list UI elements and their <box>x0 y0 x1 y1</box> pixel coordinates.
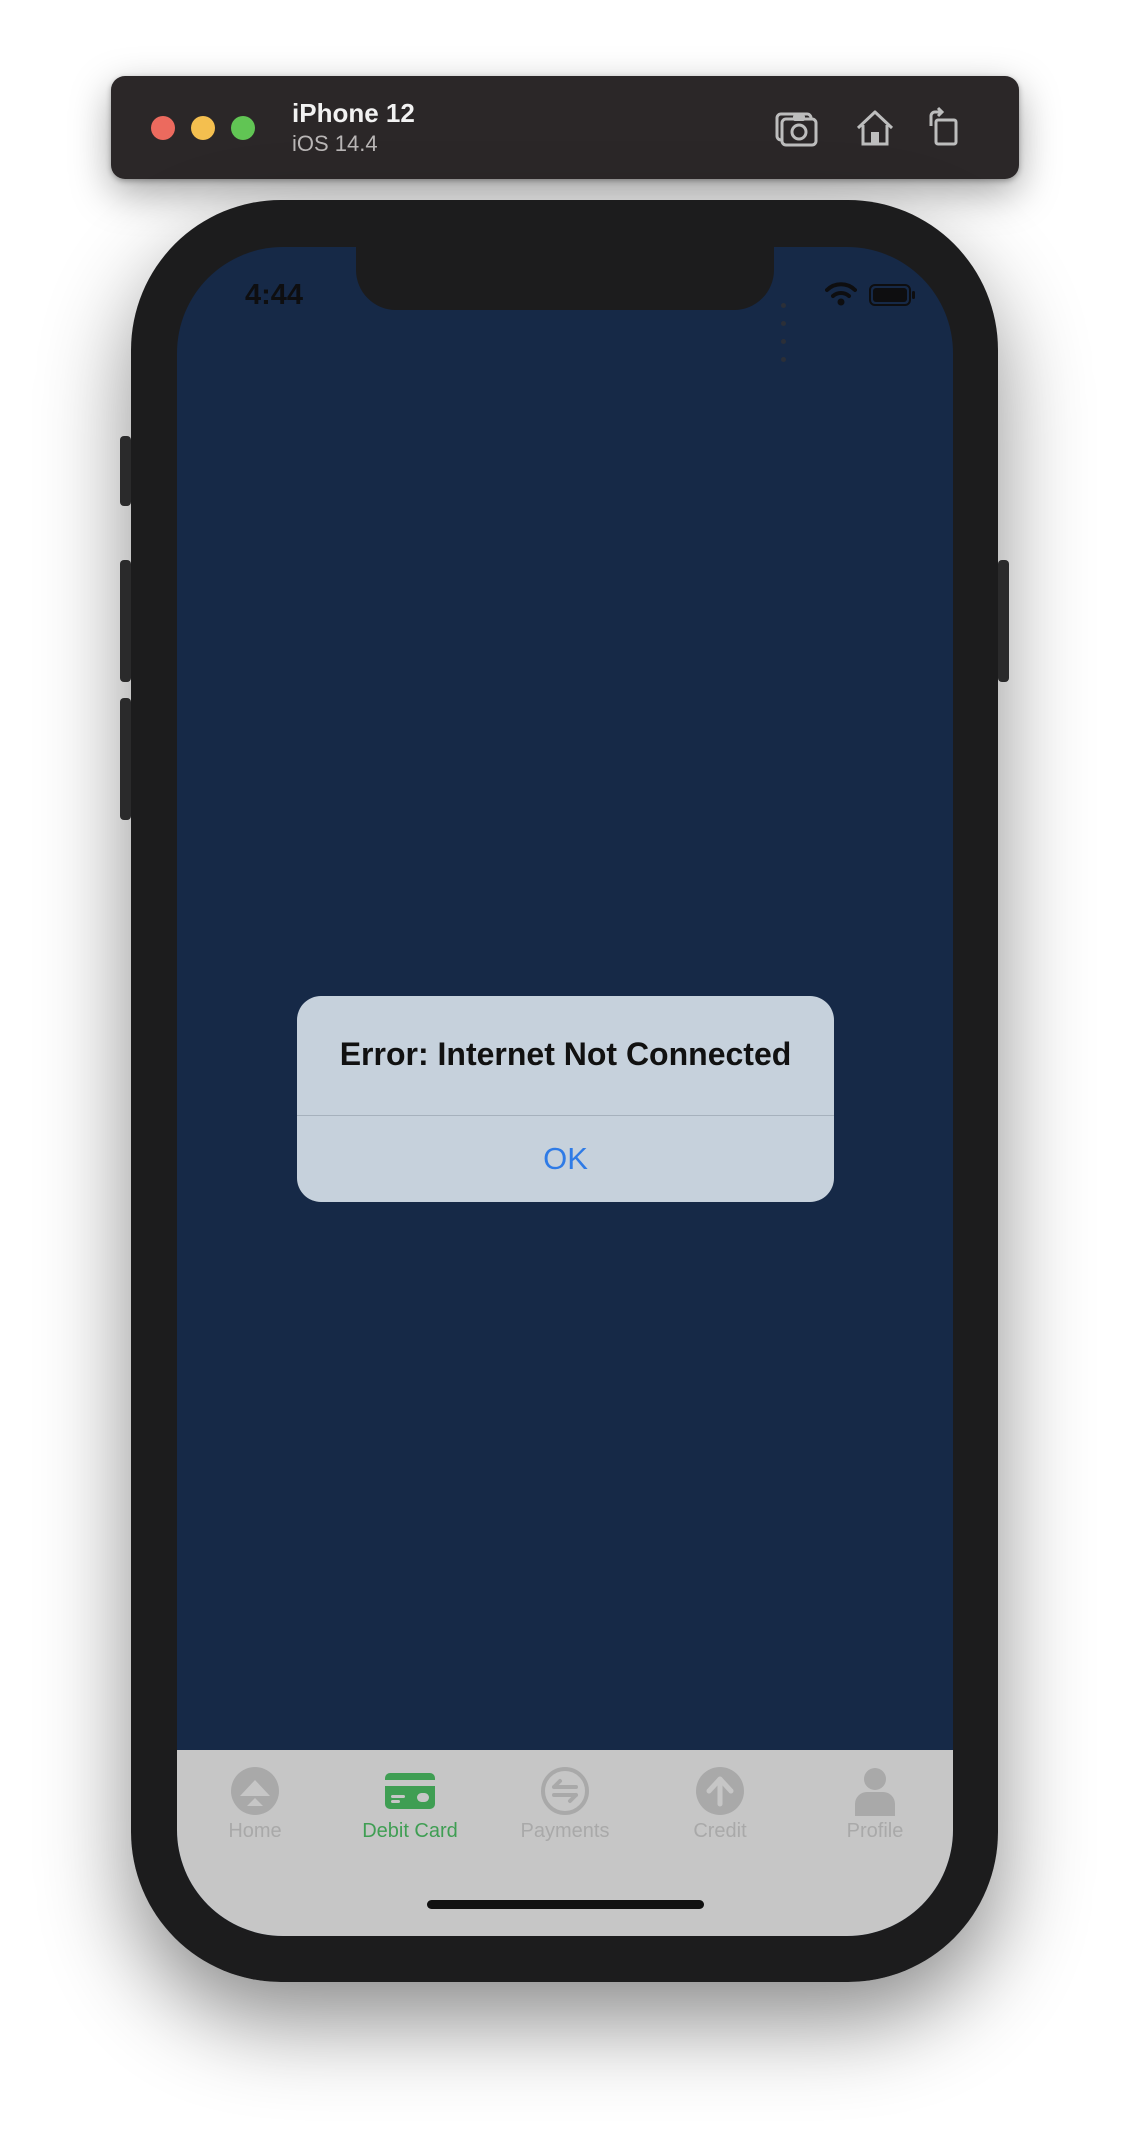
tab-bar: Home Debit Card Payments Credit Profile <box>177 1750 953 1936</box>
arrow-up-circle-icon <box>696 1767 744 1815</box>
zoom-window-button[interactable] <box>231 116 255 140</box>
silent-switch[interactable] <box>120 436 131 506</box>
app-screen: 4:44 Error: Internet Not Connected OK Ho… <box>177 247 953 1936</box>
credit-card-icon <box>385 1773 435 1809</box>
home-icon <box>231 1767 279 1815</box>
tab-debit-card[interactable]: Debit Card <box>340 1766 480 1843</box>
person-icon <box>855 1768 895 1816</box>
simulator-titlebar: iPhone 12 iOS 14.4 <box>111 76 1019 179</box>
tab-label-payments: Payments <box>520 1820 610 1842</box>
tab-label-profile: Profile <box>846 1820 904 1842</box>
alert-ok-button[interactable]: OK <box>297 1116 834 1202</box>
minimize-window-button[interactable] <box>191 116 215 140</box>
rotate-icon[interactable] <box>923 106 969 150</box>
os-version: iOS 14.4 <box>292 131 378 156</box>
tab-credit[interactable]: Credit <box>650 1766 790 1843</box>
volume-up-button[interactable] <box>120 560 131 682</box>
error-alert: Error: Internet Not Connected OK <box>297 996 834 1202</box>
close-window-button[interactable] <box>151 116 175 140</box>
tab-profile[interactable]: Profile <box>805 1766 945 1843</box>
tab-label-debit-card: Debit Card <box>362 1820 458 1842</box>
alert-overlay: Error: Internet Not Connected OK <box>177 247 953 1936</box>
device-name: iPhone 12 <box>292 98 415 128</box>
side-power-button[interactable] <box>998 560 1009 682</box>
screenshot-icon[interactable] <box>773 106 819 150</box>
volume-down-button[interactable] <box>120 698 131 820</box>
tab-payments[interactable]: Payments <box>495 1766 635 1843</box>
tab-label-home: Home <box>228 1820 282 1842</box>
tab-label-credit: Credit <box>693 1820 747 1842</box>
tab-home[interactable]: Home <box>185 1766 325 1843</box>
payments-exchange-icon <box>541 1767 589 1815</box>
alert-title: Error: Internet Not Connected <box>339 1036 792 1072</box>
home-indicator[interactable] <box>427 1900 704 1909</box>
home-icon[interactable] <box>852 106 898 150</box>
